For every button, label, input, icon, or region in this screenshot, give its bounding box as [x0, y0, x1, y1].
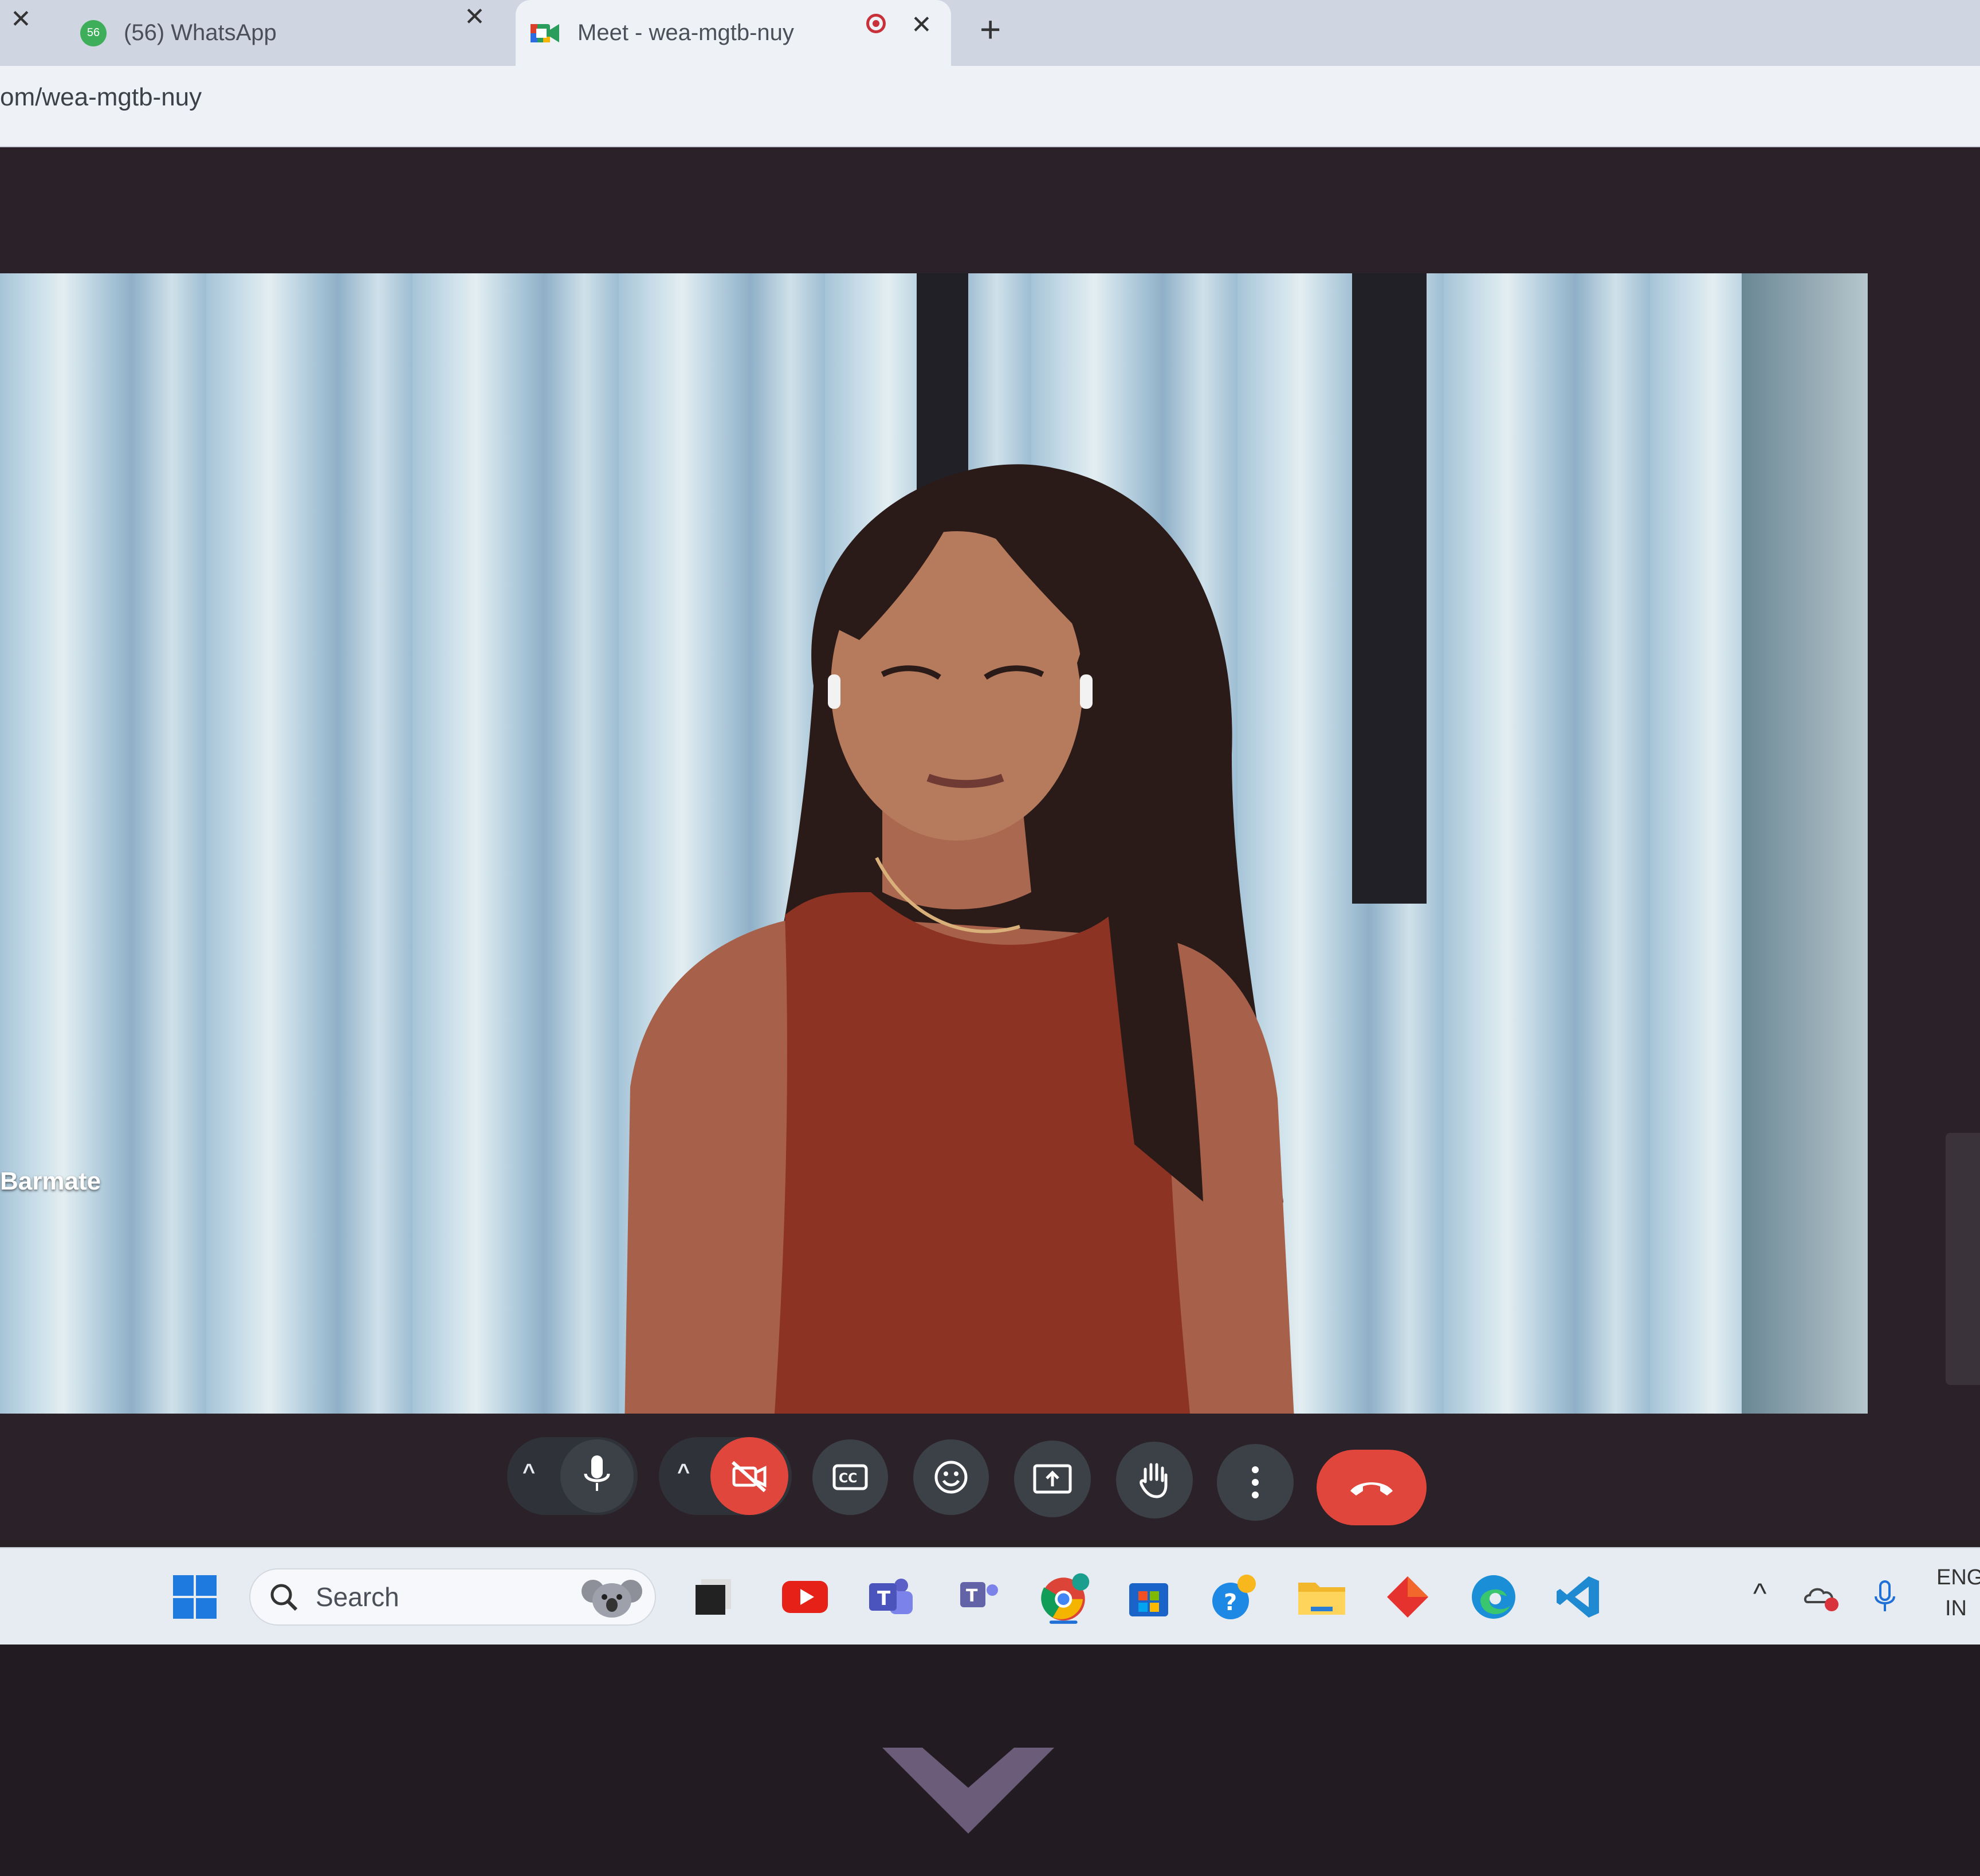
- svg-text:CC: CC: [839, 1471, 857, 1486]
- participant-figure: [624, 464, 1294, 1414]
- taskbar-search[interactable]: Search: [249, 1568, 656, 1626]
- taskbar-vscode[interactable]: [1553, 1571, 1604, 1623]
- tab-whatsapp-label: (56) WhatsApp: [124, 20, 277, 45]
- hang-up-icon: [1350, 1482, 1393, 1496]
- start-icon: [173, 1575, 217, 1619]
- close-tab-icon[interactable]: ✕: [10, 5, 32, 34]
- taskbar-file-explorer[interactable]: [1296, 1571, 1348, 1623]
- taskbar-youtube[interactable]: [779, 1571, 831, 1623]
- search-icon: [270, 1584, 298, 1611]
- chevron-up-icon[interactable]: ^: [677, 1460, 690, 1485]
- recording-icon: [866, 14, 886, 33]
- taskbar-diamond-app[interactable]: [1382, 1571, 1433, 1623]
- file-explorer-icon: [1298, 1583, 1345, 1615]
- svg-text:T: T: [966, 1586, 978, 1606]
- koala-icon: [582, 1580, 642, 1618]
- tab-meet[interactable]: Meet - wea-mgtb-nuy ✕: [516, 0, 951, 66]
- present-button[interactable]: [1014, 1441, 1091, 1517]
- windows-taskbar: Search T T ? ^ ENG IN: [0, 1547, 1980, 1645]
- chrome-icon: [1041, 1573, 1090, 1624]
- wall: [1742, 273, 1868, 1414]
- chevron-up-icon[interactable]: ^: [522, 1460, 535, 1485]
- taskbar-teams-classic[interactable]: T: [954, 1571, 1005, 1623]
- emoji-icon: [934, 1461, 968, 1494]
- vscode-icon: [1557, 1576, 1599, 1618]
- edge-icon: [1472, 1575, 1515, 1619]
- search-placeholder: Search: [316, 1582, 399, 1612]
- app-l-icon: [696, 1579, 731, 1615]
- more-options-button[interactable]: [1217, 1444, 1294, 1521]
- store-icon: [1129, 1583, 1168, 1616]
- reactions-button[interactable]: [913, 1439, 989, 1515]
- participant-video: Barmate: [0, 273, 1868, 1414]
- taskbar-store[interactable]: [1123, 1571, 1174, 1623]
- microphone-icon: [584, 1455, 610, 1491]
- teams-icon: T: [869, 1579, 913, 1614]
- whatsapp-badge: 56: [87, 26, 100, 39]
- taskbar-edge[interactable]: [1468, 1571, 1519, 1623]
- region-indicator[interactable]: IN: [1945, 1596, 1967, 1621]
- closed-captions-icon: CC: [832, 1464, 868, 1490]
- laptop-logo-icon: [882, 1748, 1054, 1834]
- whatsapp-icon: 56: [80, 19, 107, 46]
- laptop-screen: ✕ 56 (56) WhatsApp ✕ Meet - wea-mgtb-nuy…: [0, 0, 1980, 1645]
- browser-tab-strip: ✕ 56 (56) WhatsApp ✕ Meet - wea-mgtb-nuy…: [0, 0, 1980, 66]
- onedrive-status[interactable]: [1799, 1573, 1845, 1619]
- leave-call-button[interactable]: [1317, 1450, 1427, 1525]
- microphone-tray[interactable]: [1862, 1573, 1908, 1619]
- onedrive-error-icon: [1804, 1588, 1838, 1611]
- meet-stage: Barmate: [0, 147, 1980, 1540]
- new-tab-button[interactable]: +: [980, 8, 1001, 50]
- language-indicator[interactable]: ENG: [1936, 1565, 1980, 1590]
- more-vertical-icon: [1252, 1466, 1259, 1498]
- camera-button[interactable]: [710, 1437, 788, 1515]
- help-icon: ?: [1212, 1575, 1256, 1619]
- address-bar[interactable]: om/wea-mgtb-nuy: [0, 66, 1980, 147]
- taskbar-app-l[interactable]: [688, 1571, 739, 1623]
- present-screen-icon: [1033, 1464, 1072, 1494]
- taskbar-teams[interactable]: T: [865, 1571, 917, 1623]
- tab-whatsapp[interactable]: 56 (56) WhatsApp ✕: [80, 0, 504, 66]
- svg-text:?: ?: [1224, 1590, 1237, 1616]
- close-tab-icon[interactable]: ✕: [911, 10, 932, 40]
- participant-name-tag: Barmate: [0, 1167, 101, 1195]
- captions-button[interactable]: CC: [812, 1439, 888, 1515]
- taskbar-chrome[interactable]: [1040, 1571, 1091, 1624]
- side-panel-edge[interactable]: [1946, 1133, 1980, 1385]
- tab-meet-label: Meet - wea-mgtb-nuy: [578, 20, 794, 45]
- google-meet-icon: [531, 23, 559, 42]
- close-tab-icon[interactable]: ✕: [464, 2, 485, 32]
- raise-hand-button[interactable]: [1116, 1442, 1193, 1518]
- microphone-tray-icon: [1875, 1580, 1895, 1611]
- camera-off-icon: [732, 1461, 767, 1493]
- tray-overflow-chevron[interactable]: ^: [1753, 1577, 1766, 1610]
- svg-text:T: T: [877, 1587, 891, 1610]
- youtube-icon: [782, 1581, 828, 1613]
- diamond-app-icon: [1387, 1576, 1428, 1618]
- hand-icon: [1140, 1463, 1168, 1498]
- teams-classic-icon: T: [960, 1582, 998, 1607]
- start-button[interactable]: [169, 1571, 221, 1623]
- url-text[interactable]: om/wea-mgtb-nuy: [0, 83, 202, 112]
- taskbar-help[interactable]: ?: [1209, 1571, 1260, 1623]
- microphone-button[interactable]: [560, 1439, 634, 1513]
